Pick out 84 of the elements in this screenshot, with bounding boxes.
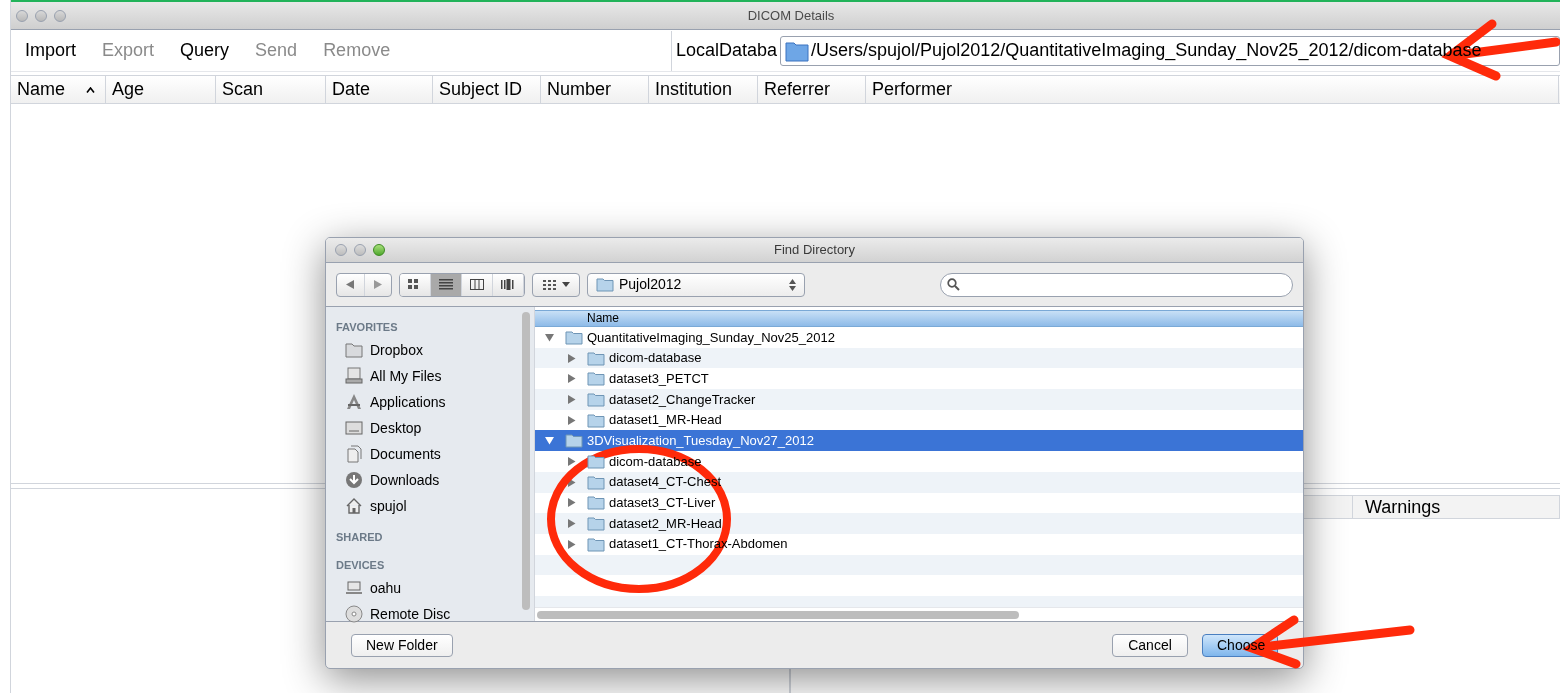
folder-icon (587, 495, 605, 511)
expand-triangle-icon[interactable] (567, 394, 576, 404)
expand-triangle-icon[interactable] (567, 477, 576, 487)
folder-icon (587, 536, 605, 552)
location-text: Pujol2012 (619, 275, 683, 294)
column-header[interactable]: Name (535, 310, 1303, 327)
folder-icon (587, 350, 605, 366)
arrange-button[interactable] (532, 272, 580, 297)
column-view-button[interactable] (462, 273, 493, 296)
collapse-triangle-icon[interactable] (545, 436, 554, 446)
collapse-triangle-icon[interactable] (545, 332, 554, 342)
folder-row[interactable]: dicom-database (535, 347, 1303, 369)
column-header[interactable]: Subject ID (433, 76, 541, 103)
disc-icon (345, 605, 363, 623)
columns-icon (470, 279, 484, 290)
sidebar-item[interactable]: Applications (336, 389, 522, 415)
folder-row[interactable]: dataset2_ChangeTracker (535, 389, 1303, 410)
search-field[interactable] (940, 272, 1293, 297)
compass-icon (345, 393, 363, 411)
updown-arrows-icon (789, 278, 796, 291)
expand-triangle-icon[interactable] (567, 498, 576, 508)
download-icon (345, 471, 363, 489)
folder-icon (785, 39, 810, 62)
search-icon (947, 278, 960, 291)
folder-icon (587, 474, 605, 490)
column-header[interactable]: Referrer (758, 76, 866, 103)
folder-icon (587, 412, 605, 428)
cover-flow-button[interactable] (493, 273, 524, 296)
column-header[interactable]: Age (106, 76, 216, 103)
expand-triangle-icon[interactable] (567, 353, 576, 363)
folder-icon (596, 277, 614, 292)
toolbar-button[interactable]: Import (25, 37, 76, 64)
column-header[interactable]: Institution (649, 76, 758, 103)
laptop-icon (345, 579, 363, 597)
folder-icon (565, 329, 583, 345)
folder-row[interactable]: 3DVisualization_Tuesday_Nov27_2012 (535, 430, 1303, 452)
horizontal-scrollbar[interactable] (537, 610, 1019, 619)
sidebar-item[interactable]: All My Files (336, 363, 522, 389)
column-header[interactable]: Performer (866, 76, 1559, 103)
section-heading: DEVICES (336, 558, 386, 573)
expand-triangle-icon[interactable] (567, 519, 576, 529)
documents-icon (345, 445, 363, 463)
window-title: DICOM Details (747, 6, 835, 25)
expand-triangle-icon[interactable] (567, 374, 576, 384)
list-icon (439, 279, 453, 290)
sidebar-item[interactable]: oahu (336, 575, 522, 601)
folder-row[interactable]: dataset2_MR-Head (535, 513, 1303, 534)
folder-icon (565, 433, 583, 449)
sidebar-item[interactable]: Remote Disc (336, 601, 522, 627)
column-header[interactable]: Date (326, 76, 433, 103)
dialog-button[interactable]: Cancel (1112, 633, 1188, 657)
column-header[interactable]: Name (11, 76, 106, 103)
folder-icon (587, 371, 605, 387)
back-icon[interactable] (346, 280, 355, 289)
dialog-title: Find Directory (774, 241, 855, 260)
sidebar-item[interactable]: Documents (336, 441, 522, 467)
desktop-icon (345, 419, 363, 437)
expand-triangle-icon[interactable] (567, 415, 576, 425)
sidebar-item[interactable]: Downloads (336, 467, 522, 493)
scrollbar[interactable] (522, 312, 530, 610)
folder-icon (345, 341, 363, 359)
database-label: LocalDataba (676, 39, 778, 62)
file-stack-icon (345, 367, 363, 385)
dropdown-arrow-icon (561, 282, 570, 287)
column-header[interactable]: Scan (216, 76, 326, 103)
toolbar-button[interactable]: Query (180, 37, 230, 64)
section-heading: SHARED (336, 530, 384, 545)
sidebar-item[interactable]: spujol (336, 493, 522, 519)
zoom-button[interactable] (373, 244, 385, 256)
bars-icon (501, 279, 515, 290)
forward-icon[interactable] (373, 280, 382, 289)
house-icon (345, 497, 363, 515)
location-dropdown[interactable]: Pujol2012 (587, 272, 805, 297)
navigation-control[interactable] (336, 272, 392, 297)
grid-icon (542, 279, 557, 290)
dialog-button[interactable]: New Folder (351, 633, 453, 657)
list-view-button[interactable] (431, 273, 462, 296)
expand-triangle-icon[interactable] (567, 456, 576, 466)
section-heading: FAVORITES (336, 320, 399, 335)
sidebar-item[interactable]: Dropbox (336, 337, 522, 363)
column-header[interactable]: Number (541, 76, 649, 103)
expand-triangle-icon[interactable] (567, 539, 576, 549)
sidebar-item[interactable]: Desktop (336, 415, 522, 441)
icon-view-button[interactable] (400, 273, 431, 296)
